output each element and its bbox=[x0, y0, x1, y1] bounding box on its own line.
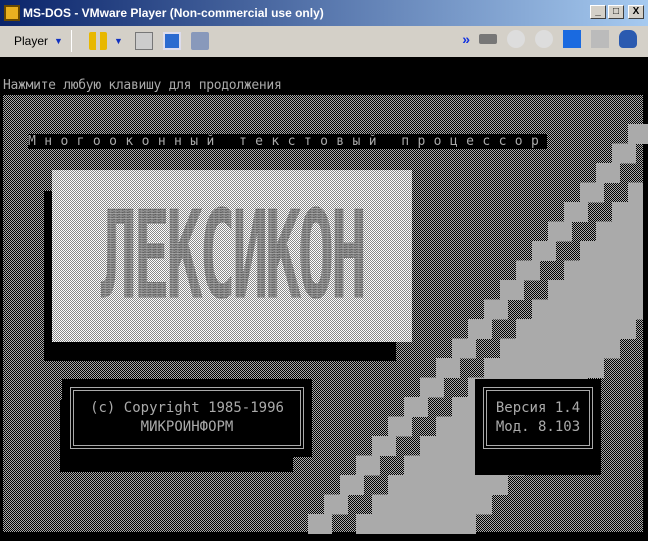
unity-icon[interactable] bbox=[190, 32, 209, 50]
minimize-button[interactable]: _ bbox=[590, 5, 606, 19]
fullscreen-icon[interactable] bbox=[162, 32, 181, 50]
stair-step bbox=[548, 221, 572, 242]
toolbar: Player ▼ ▼ » bbox=[0, 26, 648, 56]
stair-step bbox=[500, 280, 524, 300]
stair-step bbox=[468, 319, 492, 339]
cd-icon[interactable] bbox=[535, 30, 553, 48]
stair-band bbox=[532, 299, 643, 320]
divider bbox=[70, 30, 72, 52]
stair-step bbox=[580, 182, 604, 203]
vmware-icon bbox=[4, 5, 20, 21]
chevron-down-icon: ▼ bbox=[113, 36, 123, 46]
stair-step bbox=[612, 143, 636, 164]
player-menu-button[interactable]: Player ▼ bbox=[14, 30, 63, 52]
stair-step bbox=[372, 436, 396, 456]
stair-step bbox=[420, 377, 444, 398]
stair-step bbox=[436, 358, 460, 378]
title-bar: MS-DOS - VMware Player (Non-commercial u… bbox=[0, 0, 648, 26]
stair-band bbox=[612, 202, 643, 222]
floppy-icon[interactable] bbox=[563, 30, 581, 48]
stair-step bbox=[324, 494, 348, 515]
sound-icon[interactable] bbox=[619, 30, 637, 48]
stair-band bbox=[372, 494, 492, 515]
network-icon[interactable] bbox=[591, 30, 609, 48]
cd-icon[interactable] bbox=[507, 30, 525, 48]
company-name: МИКРОИНФОРМ bbox=[140, 419, 234, 435]
stair-band bbox=[628, 182, 643, 203]
copyright-box: (c) Copyright 1985-1996 МИКРОИНФОРМ bbox=[62, 379, 312, 457]
pause-icon bbox=[88, 32, 107, 50]
stair-band bbox=[580, 241, 643, 261]
logo-text: ЛЕКСИКОН bbox=[100, 184, 368, 328]
stair-band bbox=[548, 280, 643, 300]
stair-step bbox=[596, 163, 620, 183]
stair-step bbox=[404, 397, 428, 417]
lexicon-logo: ЛЕКСИКОН bbox=[52, 170, 412, 342]
copyright-line: (c) Copyright 1985-1996 bbox=[90, 400, 284, 416]
stair-step bbox=[452, 338, 476, 359]
stair-band bbox=[356, 514, 476, 534]
stair-band bbox=[500, 338, 620, 359]
subtitle: Многооконный текстовый процессор bbox=[28, 134, 548, 149]
version-line: Версия 1.4 bbox=[495, 400, 581, 416]
stair-step bbox=[516, 260, 540, 281]
stair-band bbox=[388, 475, 508, 495]
window-title: MS-DOS - VMware Player (Non-commercial u… bbox=[23, 6, 324, 20]
player-label: Player bbox=[14, 34, 49, 48]
stair-step bbox=[356, 455, 380, 476]
hard-disk-icon[interactable] bbox=[479, 34, 497, 44]
stair-step bbox=[388, 416, 412, 437]
stair-band bbox=[564, 260, 643, 281]
pause-button[interactable]: ▼ bbox=[84, 30, 123, 52]
close-button[interactable]: X bbox=[628, 5, 644, 19]
send-ctrl-alt-del-icon[interactable] bbox=[134, 32, 153, 50]
stair-band bbox=[596, 221, 643, 242]
maximize-button[interactable]: □ bbox=[608, 5, 624, 19]
modification-line: Мод. 8.103 bbox=[495, 419, 581, 435]
chevron-down-icon: ▼ bbox=[54, 36, 63, 46]
stair-step bbox=[628, 124, 648, 144]
stair-band bbox=[484, 358, 604, 378]
stair-step bbox=[340, 475, 364, 495]
stair-band bbox=[516, 319, 636, 339]
stair-step bbox=[532, 241, 556, 261]
stair-step bbox=[484, 299, 508, 320]
stair-step bbox=[564, 202, 588, 222]
more-icon[interactable]: » bbox=[462, 31, 470, 47]
version-box: Версия 1.4 Мод. 8.103 bbox=[475, 379, 601, 475]
stair-step bbox=[308, 514, 332, 534]
vm-screen[interactable]: Нажмите любую клавишу для продолжения Мн… bbox=[0, 57, 648, 541]
